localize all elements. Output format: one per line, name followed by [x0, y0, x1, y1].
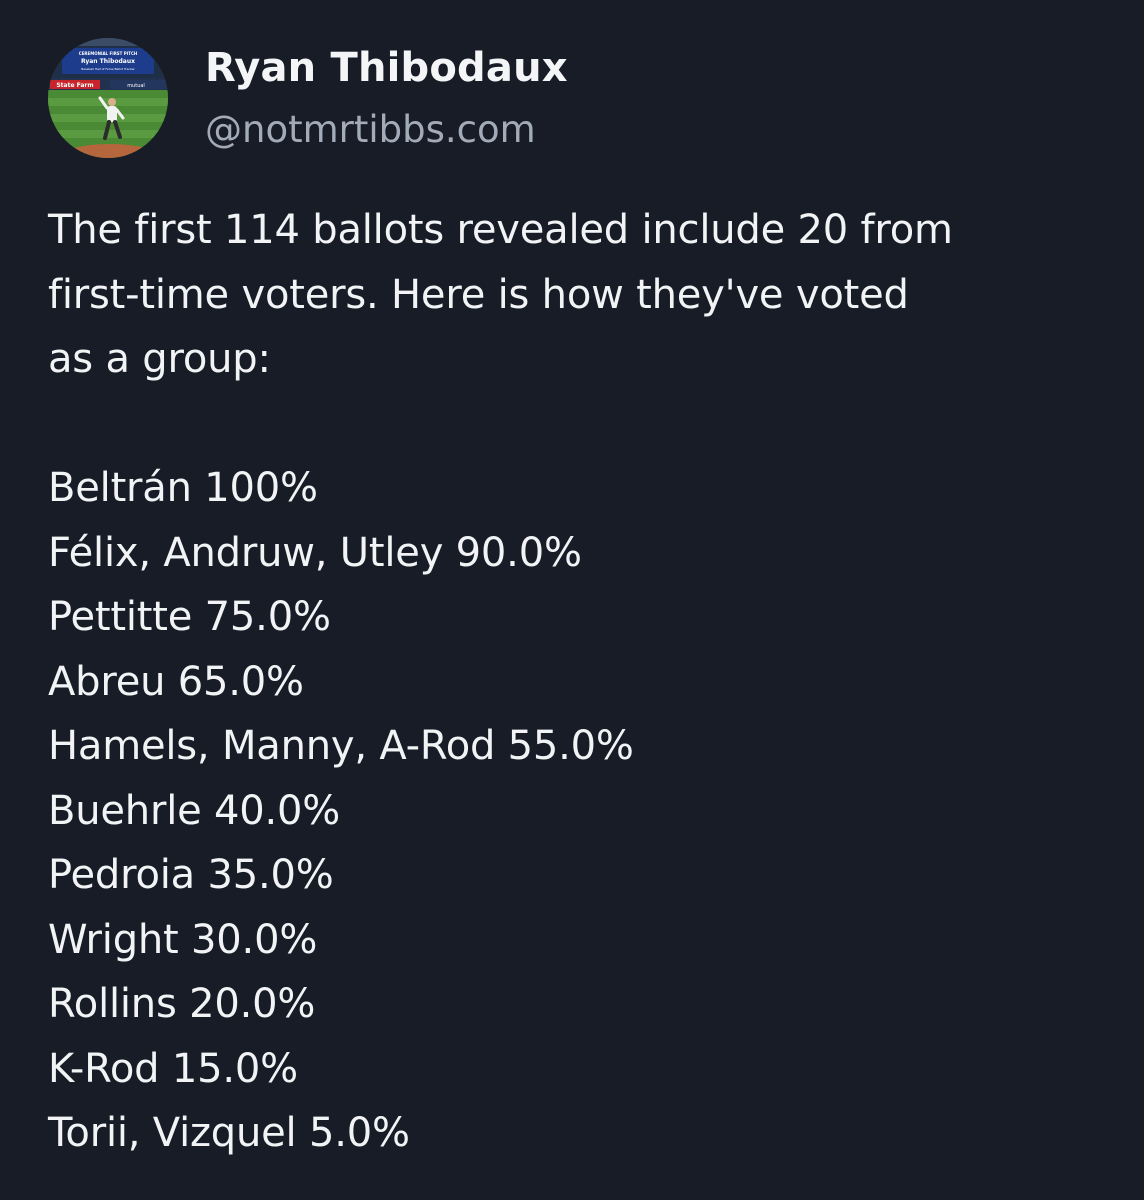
intro-line: The first 114 ballots revealed include 2…	[48, 207, 953, 253]
result-line: Félix, Andruw, Utley 90.0%	[48, 529, 582, 576]
avatar-banner-line1: CEREMONIAL FIRST PITCH	[79, 51, 137, 56]
avatar-sign-right: mutual	[127, 83, 145, 89]
intro-line: first-time voters. Here is how they've v…	[48, 271, 909, 318]
post-header: CEREMONIAL FIRST PITCH Ryan Thibodaux Ba…	[48, 38, 1098, 158]
avatar-sign-left: State Farm	[56, 82, 93, 89]
avatar-banner-line2: Ryan Thibodaux	[81, 58, 135, 65]
result-line: Pedroia 35.0%	[48, 852, 334, 898]
intro-line: as a group:	[48, 336, 271, 382]
result-line: K-Rod 15.0%	[48, 1045, 298, 1092]
avatar[interactable]: CEREMONIAL FIRST PITCH Ryan Thibodaux Ba…	[48, 38, 168, 158]
result-line: Rollins 20.0%	[48, 981, 316, 1027]
result-line: Torii, Vizquel 5.0%	[48, 1110, 410, 1156]
author-display-name[interactable]: Ryan Thibodaux	[205, 42, 568, 94]
result-line: Wright 30.0%	[48, 916, 318, 963]
post: CEREMONIAL FIRST PITCH Ryan Thibodaux Ba…	[0, 0, 1144, 1200]
author-names: Ryan Thibodaux @notmrtibbs.com	[205, 42, 568, 156]
result-line: Abreu 65.0%	[48, 658, 304, 705]
author-handle[interactable]: @notmrtibbs.com	[205, 104, 568, 156]
result-line: Pettitte 75.0%	[48, 594, 331, 640]
avatar-banner-line3: Baseball Hall of Fame Ballot Tracker	[81, 67, 135, 71]
post-body: The first 114 ballots revealed include 2…	[48, 198, 1118, 1166]
result-line: Hamels, Manny, A-Rod 55.0%	[48, 723, 634, 769]
result-line: Beltrán 100%	[48, 465, 318, 511]
avatar-photo: CEREMONIAL FIRST PITCH Ryan Thibodaux Ba…	[48, 38, 168, 158]
result-line: Buehrle 40.0%	[48, 787, 341, 834]
